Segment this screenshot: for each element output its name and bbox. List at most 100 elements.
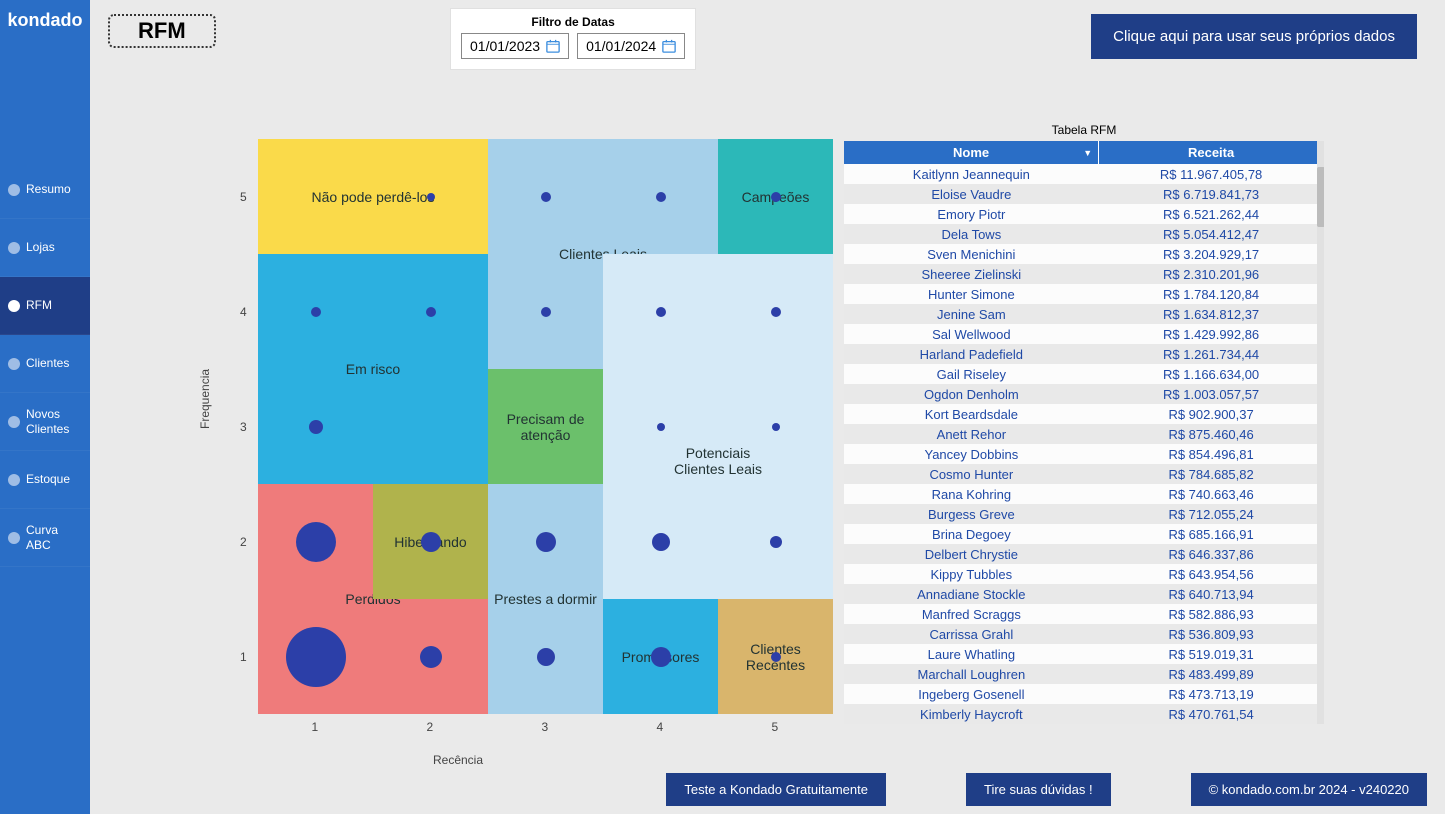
table-row[interactable]: Kaitlynn JeannequinR$ 11.967.405,78 [844,164,1324,184]
bubble[interactable] [309,420,323,434]
table-row[interactable]: Harland PadefieldR$ 1.261.734,44 [844,344,1324,364]
table-row[interactable]: Emory PiotrR$ 6.521.262,44 [844,204,1324,224]
table-scroll[interactable]: Nome▼Receita Kaitlynn JeannequinR$ 11.96… [844,141,1324,724]
table-cell: R$ 2.310.201,96 [1099,264,1324,284]
bubble[interactable] [771,307,781,317]
sidebar-item-novos-clientes[interactable]: Novos Clientes [0,393,90,451]
table-row[interactable]: Kippy TubblesR$ 643.954,56 [844,564,1324,584]
region-label: Precisam de atenção [492,411,599,443]
sidebar: kondado Resumo Lojas RFMClientes Novos Clie… [0,0,90,814]
region-potenciais-clientes-leais[interactable]: Potenciais Clientes Leais [603,254,833,599]
table-row[interactable]: Hunter SimoneR$ 1.784.120,84 [844,284,1324,304]
table-cell: R$ 1.003.057,57 [1099,384,1324,404]
table-cell: R$ 5.054.412,47 [1099,224,1324,244]
region-prestes-a-dormir[interactable]: Prestes a dormir [488,484,603,714]
date-to-value: 01/01/2024 [586,38,656,54]
bubble[interactable] [421,532,441,552]
table-cell: R$ 854.496,81 [1099,444,1324,464]
bubble[interactable] [541,192,551,202]
bubble[interactable] [652,533,670,551]
bubble[interactable] [771,192,781,202]
table-row[interactable]: Jenine SamR$ 1.634.812,37 [844,304,1324,324]
date-filter-card: Filtro de Datas 01/01/2023 01/01/2024 [450,8,696,70]
region-em-risco[interactable]: Em risco [258,254,488,484]
table-row[interactable]: Sheeree ZielinskiR$ 2.310.201,96 [844,264,1324,284]
rfm-table-panel: Tabela RFM Nome▼Receita Kaitlynn Jeanneq… [844,123,1324,769]
sidebar-item-estoque[interactable]: Estoque [0,451,90,509]
table-row[interactable]: Ingeberg GosenellR$ 473.713,19 [844,684,1324,704]
bubble[interactable] [286,627,346,687]
bubble[interactable] [772,423,780,431]
rfm-bubble-chart[interactable]: Frequencia Não pode perdê-losClientes Le… [108,129,808,769]
page-title: RFM [108,14,216,48]
table-row[interactable]: Brina DegoeyR$ 685.166,91 [844,524,1324,544]
table-row[interactable]: Ogdon DenholmR$ 1.003.057,57 [844,384,1324,404]
table-row[interactable]: Eloise VaudreR$ 6.719.841,73 [844,184,1324,204]
table-row[interactable]: Gail RiseleyR$ 1.166.634,00 [844,364,1324,384]
use-own-data-button[interactable]: Clique aqui para usar seus próprios dado… [1091,14,1417,59]
table-row[interactable]: Manfred ScraggsR$ 582.886,93 [844,604,1324,624]
help-button[interactable]: Tire suas dúvidas ! [966,773,1111,806]
table-scrollbar[interactable] [1317,141,1324,724]
sidebar-item-resumo[interactable]: Resumo [0,161,90,219]
free-trial-button[interactable]: Teste a Kondado Gratuitamente [666,773,886,806]
sidebar-item-rfm[interactable]: RFM [0,277,90,335]
sidebar-item-label: Lojas [26,240,55,254]
table-row[interactable]: Cosmo HunterR$ 784.685,82 [844,464,1324,484]
table-cell: R$ 473.713,19 [1099,684,1324,704]
table-row[interactable]: Delbert ChrystieR$ 646.337,86 [844,544,1324,564]
bubble[interactable] [426,307,436,317]
y-tick: 1 [240,650,247,664]
table-header-nome[interactable]: Nome▼ [844,141,1099,164]
table-cell: R$ 483.499,89 [1099,664,1324,684]
table-row[interactable]: Sal WellwoodR$ 1.429.992,86 [844,324,1324,344]
sidebar-item-clientes[interactable]: Clientes [0,335,90,393]
brand-logo: kondado [0,0,90,41]
sidebar-item-label: Novos Clientes [26,407,82,436]
bubble[interactable] [296,522,336,562]
table-row[interactable]: Kort BeardsdaleR$ 902.900,37 [844,404,1324,424]
bubble[interactable] [771,652,781,662]
bubble[interactable] [656,307,666,317]
bubble[interactable] [657,423,665,431]
bubble[interactable] [536,532,556,552]
bubble[interactable] [427,193,435,201]
date-to-input[interactable]: 01/01/2024 [577,33,685,59]
scrollbar-thumb[interactable] [1317,167,1324,227]
bubble[interactable] [420,646,442,668]
sidebar-item-lojas[interactable]: Lojas [0,219,90,277]
copyright-button[interactable]: © kondado.com.br 2024 - v240220 [1191,773,1427,806]
table-cell: Cosmo Hunter [844,464,1099,484]
table-row[interactable]: Yancey DobbinsR$ 854.496,81 [844,444,1324,464]
table-row[interactable]: Sven MenichiniR$ 3.204.929,17 [844,244,1324,264]
date-from-input[interactable]: 01/01/2023 [461,33,569,59]
region-precisam-de-aten-o[interactable]: Precisam de atenção [488,369,603,484]
table-cell: Sal Wellwood [844,324,1099,344]
table-row[interactable]: Marchall LoughrenR$ 483.499,89 [844,664,1324,684]
table-row[interactable]: Burgess GreveR$ 712.055,24 [844,504,1324,524]
table-cell: Manfred Scraggs [844,604,1099,624]
table-cell: R$ 1.634.812,37 [1099,304,1324,324]
bubble[interactable] [651,647,671,667]
table-header-receita[interactable]: Receita [1099,141,1324,164]
table-row[interactable]: Carrissa GrahlR$ 536.809,93 [844,624,1324,644]
table-row[interactable]: Laure WhatlingR$ 519.019,31 [844,644,1324,664]
calendar-icon [546,39,560,53]
table-cell: R$ 11.967.405,78 [1099,164,1324,184]
bubble[interactable] [541,307,551,317]
table-row[interactable]: Dela TowsR$ 5.054.412,47 [844,224,1324,244]
sidebar-item-label: Curva ABC [26,523,82,552]
table-row[interactable]: Rana KohringR$ 740.663,46 [844,484,1324,504]
table-row[interactable]: Annadiane StockleR$ 640.713,94 [844,584,1324,604]
table-row[interactable]: Anett RehorR$ 875.460,46 [844,424,1324,444]
region-n-o-pode-perd-los[interactable]: Não pode perdê-los [258,139,488,254]
table-cell: R$ 1.784.120,84 [1099,284,1324,304]
sidebar-item-curva-abc[interactable]: Curva ABC [0,509,90,567]
bubble[interactable] [656,192,666,202]
main-content: RFM Filtro de Datas 01/01/2023 01/01/202… [90,0,1445,814]
table-row[interactable]: Kimberly HaycroftR$ 470.761,54 [844,704,1324,724]
bubble[interactable] [770,536,782,548]
bubble[interactable] [537,648,555,666]
table-cell: Emory Piotr [844,204,1099,224]
bubble[interactable] [311,307,321,317]
